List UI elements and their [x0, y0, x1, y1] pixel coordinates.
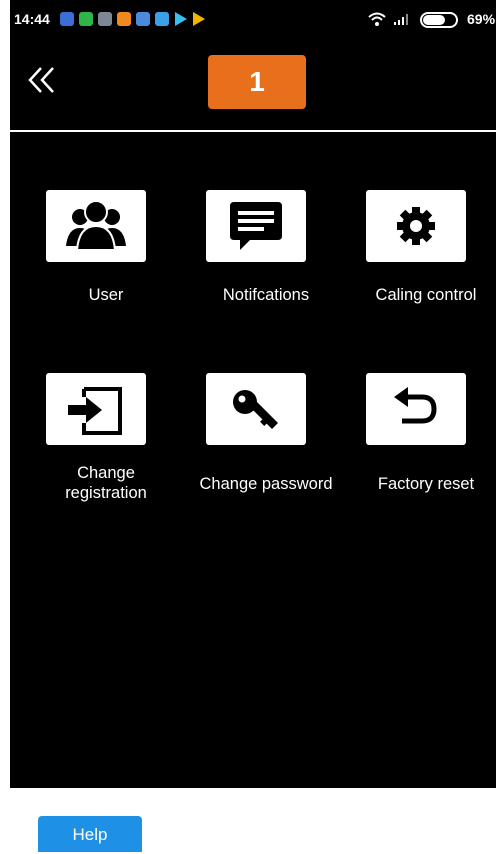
factory-reset-tile-box [366, 373, 466, 445]
battery-icon [420, 12, 458, 28]
status-bar: 14:44 69% [10, 0, 496, 40]
user-tile-box [46, 190, 146, 262]
change-password-tile-box [206, 373, 306, 445]
user-tile[interactable]: User [26, 190, 186, 320]
calling-control-tile[interactable]: Caling control [346, 190, 496, 320]
change-password-label: Change password [199, 475, 333, 493]
header-divider [10, 130, 496, 132]
change-registration-label: Change registration [26, 463, 186, 503]
wifi-signal-icon [368, 12, 386, 26]
change-registration-tile[interactable]: Change registration [26, 373, 186, 513]
status-time: 14:44 [14, 11, 50, 27]
gallery-app-icon [98, 12, 112, 26]
notifications-label: Notifcations [222, 286, 310, 304]
play-store-icon [193, 12, 205, 26]
browser-app-icon [155, 12, 169, 26]
back-button[interactable] [24, 62, 64, 98]
photos-app-icon [136, 12, 150, 26]
help-button[interactable]: Help [38, 816, 142, 852]
battery-percent: 69% [467, 11, 496, 27]
shield-app-icon [60, 12, 74, 26]
notifications-tile[interactable]: Notifcations [186, 190, 346, 320]
factory-reset-label: Factory reset [377, 475, 475, 493]
phone-app-icon [79, 12, 93, 26]
key-icon [233, 390, 278, 429]
double-chevron-left-icon [28, 67, 54, 93]
user-label: User [88, 286, 124, 304]
calling-control-tile-box [366, 190, 466, 262]
calling-control-label: Caling control [375, 286, 477, 304]
change-registration-tile-box [46, 373, 146, 445]
cell-signal-icon [394, 14, 408, 25]
settings-app-icon [117, 12, 131, 26]
page-number-badge: 1 [208, 55, 306, 109]
message-icon [230, 202, 282, 250]
change-registration-label-line1: Change [77, 464, 135, 482]
factory-reset-tile[interactable]: Factory reset [346, 373, 496, 513]
app-screen: 14:44 69% 1 User Notifcations Caling con… [10, 0, 496, 788]
change-registration-label-line2: registration [65, 484, 147, 502]
change-password-tile[interactable]: Change password [186, 373, 346, 513]
play-store-icon [175, 12, 187, 26]
enter-icon [68, 387, 122, 435]
notifications-tile-box [206, 190, 306, 262]
gear-icon [397, 207, 435, 245]
users-icon [66, 200, 126, 251]
undo-icon [394, 387, 437, 424]
